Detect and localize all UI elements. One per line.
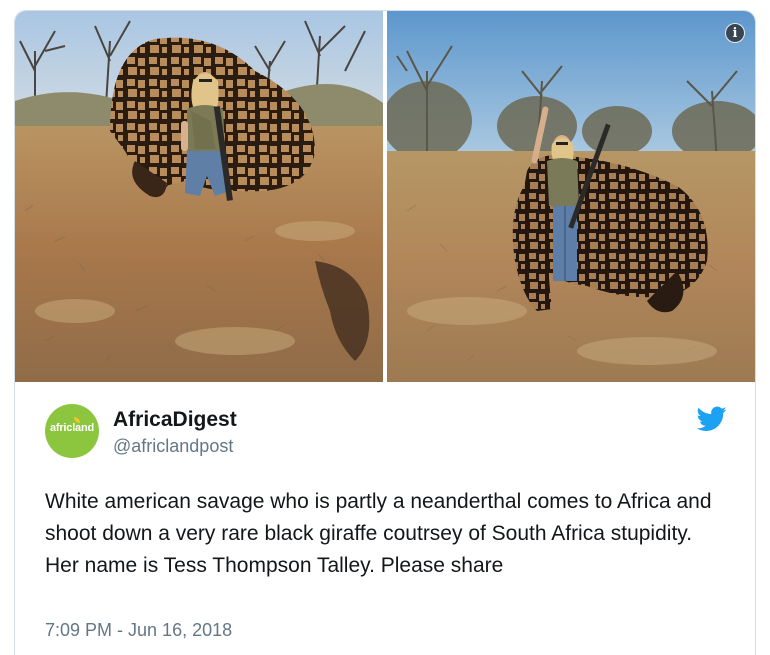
info-icon[interactable]: i: [725, 23, 745, 43]
avatar[interactable]: africland: [45, 404, 99, 458]
display-name[interactable]: AfricaDigest: [113, 408, 237, 432]
tweet-media[interactable]: i: [15, 11, 755, 382]
hunter-kneeling-with-giraffe-photo[interactable]: [15, 11, 383, 382]
hunter-standing-with-giraffe-photo[interactable]: i: [387, 11, 755, 382]
tweet-card: i africland AfricaDigest @africlandpost …: [14, 10, 756, 655]
twitter-bird-icon[interactable]: [696, 406, 727, 432]
tweet-timestamp[interactable]: 7:09 PM - Jun 16, 2018: [45, 620, 232, 641]
tweet-text: White american savage who is partly a ne…: [45, 490, 712, 577]
user-handle[interactable]: @africlandpost: [113, 436, 233, 457]
avatar-logo-text: africland: [49, 422, 95, 434]
